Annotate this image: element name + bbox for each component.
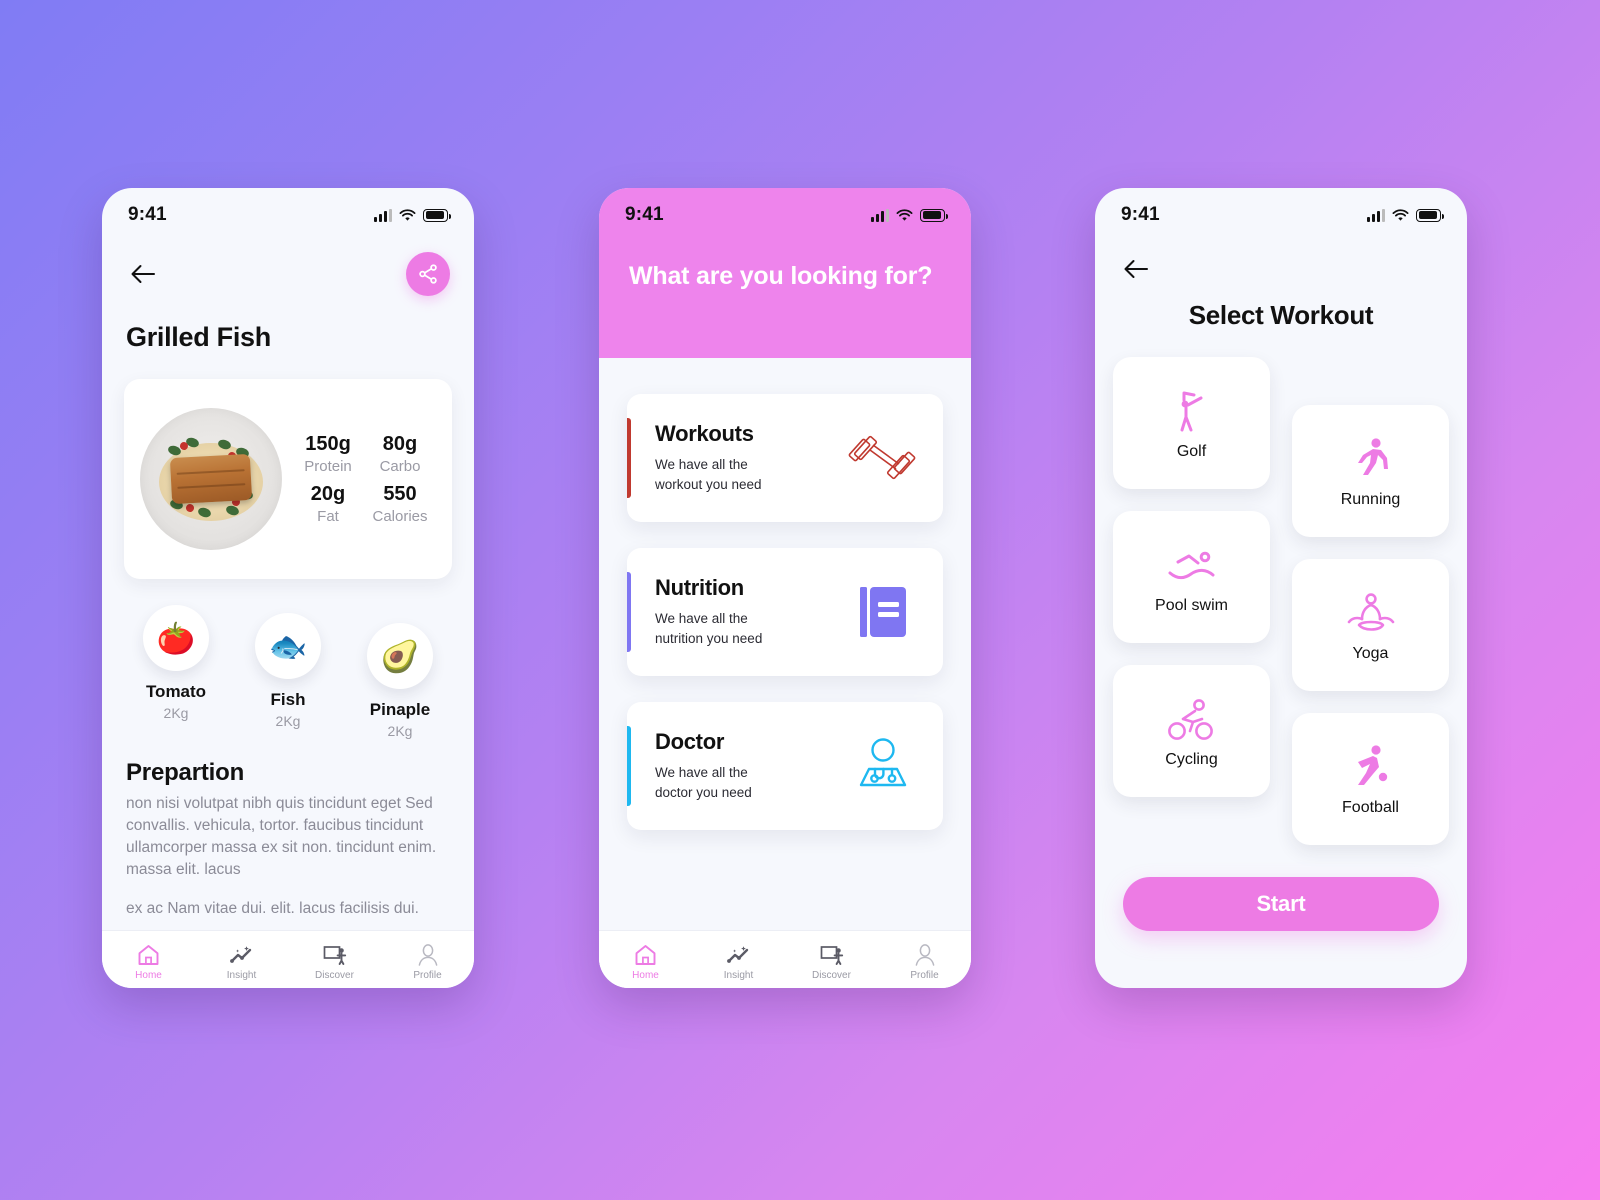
status-bar: 9:41 [1095,188,1467,236]
tomato-icon: 🍅 [143,605,209,671]
option-title: Workouts [655,421,754,447]
book-icon [845,581,921,643]
page-title: Select Workout [1188,300,1374,330]
list-item[interactable]: 🍅 Tomato 2Kg [126,605,226,721]
ingredient-list: 🍅 Tomato 2Kg 🐟 Fish 2Kg 🥑 Pinaple 2Kg [102,579,474,739]
accent-bar [627,726,631,806]
bottom-navigation: Home Insight Discover Profile [102,930,474,988]
phone-mockup-select-workout: 9:41 Select Workout Golf Pool swim Cycli… [1095,188,1467,988]
start-button[interactable]: Start [1123,877,1439,931]
accent-bar [627,418,631,498]
cellular-signal-icon [374,208,392,222]
option-title: Doctor [655,729,725,755]
share-button[interactable] [406,252,450,296]
avocado-icon: 🥑 [367,623,433,689]
list-item[interactable]: 🐟 Fish 2Kg [238,613,338,729]
football-icon [1348,741,1394,795]
wifi-icon [1392,208,1409,222]
back-arrow-icon[interactable] [1119,252,1153,286]
status-time: 9:41 [625,204,664,225]
macro-item: 20g Fat [310,483,346,525]
workout-toolbar [1095,236,1467,286]
fish-icon: 🐟 [255,613,321,679]
status-bar: 9:41 [102,188,474,236]
battery-full-icon [1416,208,1444,222]
golf-icon [1170,385,1214,439]
nav-item-insight[interactable]: Insight [206,942,278,981]
preparation-paragraph-1: non nisi volutpat nibh quis tincidunt eg… [126,795,437,878]
share-icon [419,264,437,284]
workout-card-pool-swim[interactable]: Pool swim [1113,511,1270,643]
wifi-icon [399,208,416,222]
status-time: 9:41 [1121,204,1160,225]
option-subtitle: We have all the nutrition you need [655,611,763,646]
yoga-icon [1345,587,1397,641]
discover-presenter-icon [299,942,371,968]
option-card-nutrition[interactable]: Nutrition We have all the nutrition you … [627,548,943,676]
nav-item-profile[interactable]: Profile [889,942,961,981]
cycling-icon [1166,693,1218,747]
workout-card-golf[interactable]: Golf [1113,357,1270,489]
nav-item-insight[interactable]: Insight [703,942,775,981]
nav-item-home[interactable]: Home [113,942,185,981]
workout-card-running[interactable]: Running [1292,405,1449,537]
battery-full-icon [920,208,948,222]
insight-chart-icon [206,942,278,968]
wifi-icon [896,208,913,222]
macro-item: 550 Calories [372,483,428,525]
recipe-detail-screen: Grilled Fish 150g Protein 80g Carbo 20g … [102,236,474,988]
nav-item-discover[interactable]: Discover [299,942,371,981]
discover-presenter-icon [796,942,868,968]
recipe-toolbar [102,236,474,296]
dumbbell-icon [845,423,921,493]
preparation-section: Prepartion non nisi volutpat nibh quis t… [102,739,474,920]
insight-chart-icon [703,942,775,968]
cellular-signal-icon [871,208,889,222]
preparation-paragraph-2: ex ac Nam vitae dui. elit. lacus facilis… [126,900,419,917]
nav-item-discover[interactable]: Discover [796,942,868,981]
pink-header: 9:41 What are you looking for? [599,188,971,358]
back-arrow-icon[interactable] [126,257,160,291]
accent-bar [627,572,631,652]
workout-card-yoga[interactable]: Yoga [1292,559,1449,691]
nav-item-profile[interactable]: Profile [392,942,464,981]
page-title: What are you looking for? [629,262,933,290]
cellular-signal-icon [1367,208,1385,222]
home-icon [610,942,682,968]
nav-item-home[interactable]: Home [610,942,682,981]
option-title: Nutrition [655,575,744,601]
phone-mockup-category-select: 9:41 What are you looking for? Workouts … [599,188,971,988]
profile-person-icon [889,942,961,968]
page-title: Grilled Fish [126,322,271,352]
macro-summary-card: 150g Protein 80g Carbo 20g Fat 550 Calor… [124,379,452,579]
swimming-icon [1165,539,1219,593]
select-workout-screen: Select Workout Golf Pool swim Cycling Ru… [1095,236,1467,988]
options-sheet: Workouts We have all the workout you nee… [599,358,971,988]
bottom-navigation: Home Insight Discover Profile [599,930,971,988]
macro-grid: 150g Protein 80g Carbo 20g Fat 550 Calor… [292,432,436,527]
doctor-icon [845,736,921,796]
profile-person-icon [392,942,464,968]
macro-item: 80g Carbo [379,432,421,475]
list-item[interactable]: 🥑 Pinaple 2Kg [350,623,450,739]
phone-mockup-recipe-detail: 9:41 Grilled Fish 150g Protein 80g Carbo… [102,188,474,988]
running-icon [1349,433,1393,487]
preparation-heading: Prepartion [126,759,245,786]
option-subtitle: We have all the doctor you need [655,765,752,800]
workout-card-cycling[interactable]: Cycling [1113,665,1270,797]
workout-grid: Golf Pool swim Cycling Running Yoga Foot… [1095,357,1467,867]
battery-full-icon [423,208,451,222]
home-icon [113,942,185,968]
status-time: 9:41 [128,204,167,225]
workout-card-football[interactable]: Football [1292,713,1449,845]
option-card-workouts[interactable]: Workouts We have all the workout you nee… [627,394,943,522]
macro-item: 150g Protein [304,432,352,475]
grilled-fish-image [140,408,282,550]
option-card-doctor[interactable]: Doctor We have all the doctor you need [627,702,943,830]
status-bar: 9:41 [599,188,971,236]
option-subtitle: We have all the workout you need [655,457,762,492]
